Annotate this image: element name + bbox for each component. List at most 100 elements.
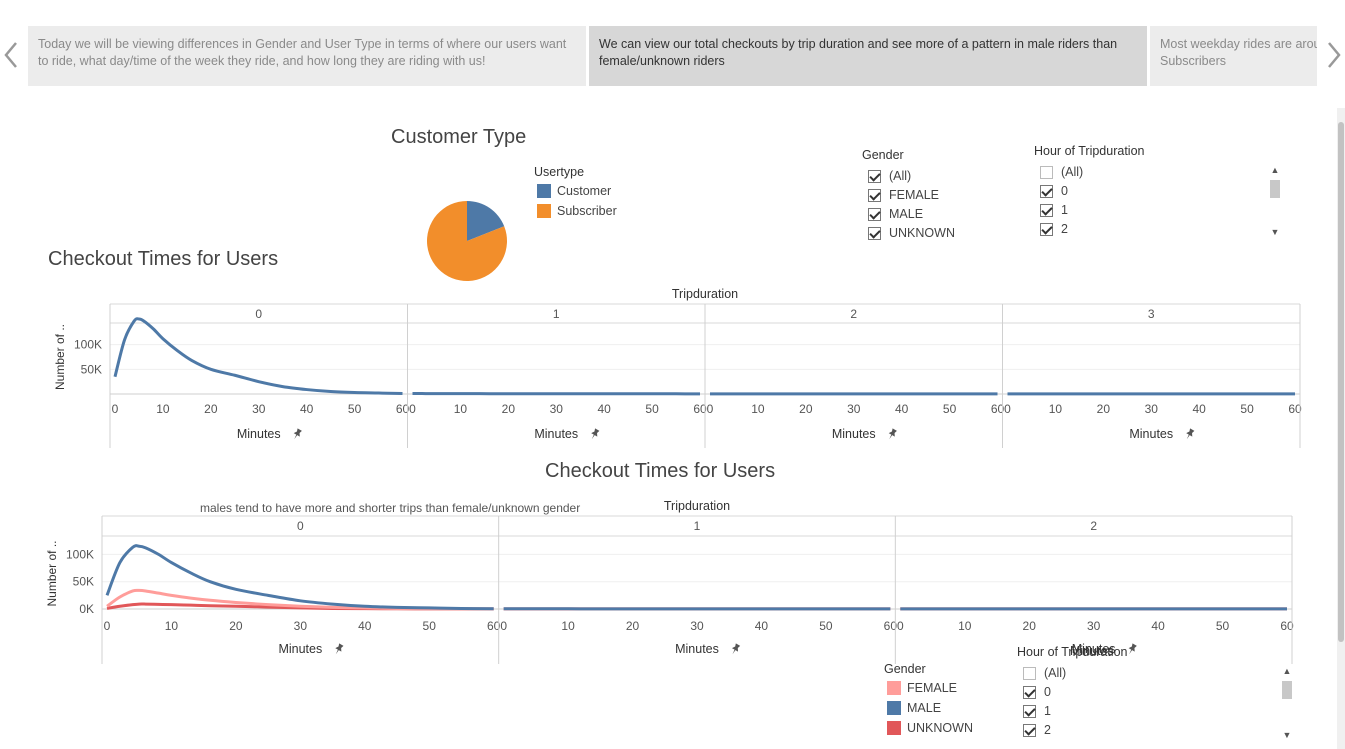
- filter-label: MALE: [889, 207, 924, 221]
- y-tick-label: 50K: [81, 362, 102, 376]
- customer-type-title: Customer Type: [391, 126, 527, 148]
- hour-filter-bottom-1[interactable]: 1: [1023, 704, 1051, 718]
- pin-shape: [731, 643, 741, 655]
- legend-label: UNKNOWN: [907, 721, 973, 735]
- scroll-thumb[interactable]: [1338, 122, 1344, 642]
- y-tick-label: 0K: [79, 602, 94, 616]
- x-tick-label: 50: [645, 402, 659, 416]
- y-tick-label: 100K: [74, 338, 102, 352]
- legend-swatch: [537, 204, 551, 218]
- hour-filter-title: Hour of Tripduration: [1034, 144, 1145, 158]
- pin-icon: [293, 428, 302, 440]
- scroll-thumb[interactable]: [1270, 180, 1280, 198]
- gender-filter-all[interactable]: (All): [868, 169, 911, 183]
- legend-label: FEMALE: [907, 681, 958, 695]
- filter-label: 2: [1044, 723, 1051, 737]
- gender-filter-unknown[interactable]: UNKNOWN: [868, 226, 955, 240]
- hour-filter-all[interactable]: (All): [1040, 165, 1083, 179]
- story-point-2[interactable]: We can view our total checkouts by trip …: [589, 26, 1147, 86]
- story-prev-button[interactable]: [2, 40, 20, 70]
- legend-label: MALE: [907, 701, 942, 715]
- hour-filter-0[interactable]: 0: [1040, 184, 1068, 198]
- legend-item-male[interactable]: MALE: [887, 701, 941, 715]
- x-tick-label: 50: [348, 402, 362, 416]
- gender-filter-title: Gender: [862, 148, 904, 162]
- story-point-text: We can view our total checkouts by trip …: [599, 37, 1118, 68]
- x-tick-label: 0: [409, 402, 416, 416]
- usertype-legend-title: Usertype: [534, 165, 585, 179]
- story-point-3[interactable]: Most weekday rides are around 5-6pm. Thi…: [1150, 26, 1317, 86]
- chart1-line-chart[interactable]: TripdurationNumber of .. 50K100K00 10 20 30 4…: [40, 280, 1310, 455]
- chart2-title: Checkout Times for Users: [545, 460, 776, 482]
- filter-label: (All): [889, 169, 912, 183]
- legend-swatch: [887, 681, 901, 695]
- legend-item-female[interactable]: FEMALE: [887, 681, 957, 695]
- x-axis-label: Minutes: [237, 427, 281, 441]
- x-tick-label: 50: [819, 619, 833, 633]
- x-tick-label: 10: [1049, 402, 1063, 416]
- hour-filter-2[interactable]: 2: [1040, 222, 1068, 236]
- hour-filter-scrollbar[interactable]: ▲ ▼: [1268, 164, 1282, 238]
- scroll-up-icon[interactable]: ▲: [1268, 164, 1282, 176]
- story-point-1[interactable]: Today we will be viewing differences in …: [28, 26, 586, 86]
- panel-header-label: 1: [553, 307, 560, 321]
- page-scrollbar[interactable]: [1337, 108, 1345, 749]
- filter-label: (All): [1061, 165, 1084, 179]
- chart1-title: Checkout Times for Users: [48, 248, 279, 270]
- chart2-line-chart[interactable]: TripdurationNumber of ..0K50K100K00 10 20 3…: [40, 494, 1305, 669]
- scroll-thumb[interactable]: [1282, 681, 1292, 699]
- scroll-up-icon[interactable]: ▲: [1280, 665, 1294, 677]
- x-tick-label: 20: [1023, 619, 1037, 633]
- x-tick-label: 0: [1004, 402, 1011, 416]
- y-axis-label: Number of ..: [45, 540, 59, 606]
- tripduration-header: Tripduration: [672, 287, 738, 301]
- x-tick-label: 0: [707, 402, 714, 416]
- pin-icon: [1128, 643, 1137, 655]
- x-tick-label: 20: [1097, 402, 1111, 416]
- x-tick-label: 40: [895, 402, 909, 416]
- x-tick-label: 50: [1240, 402, 1254, 416]
- x-tick-label: 10: [958, 619, 972, 633]
- x-tick-label: 40: [1192, 402, 1206, 416]
- x-tick-label: 0: [897, 619, 904, 633]
- legend-item-customer[interactable]: Customer: [537, 184, 611, 198]
- x-axis-label: Minutes: [1129, 427, 1173, 441]
- x-tick-label: 10: [561, 619, 575, 633]
- legend-swatch: [537, 184, 551, 198]
- story-next-button[interactable]: [1325, 40, 1343, 70]
- x-tick-label: 40: [1151, 619, 1165, 633]
- hour-filter-bottom-all[interactable]: (All): [1023, 666, 1066, 680]
- x-tick-label: 50: [1216, 619, 1230, 633]
- scroll-down-icon[interactable]: ▼: [1280, 729, 1294, 741]
- x-tick-label: 40: [300, 402, 314, 416]
- pin-icon: [335, 643, 344, 655]
- checkbox-checked-icon: [1023, 723, 1036, 737]
- pin-shape: [1186, 428, 1195, 440]
- checkbox-unchecked-icon: [1040, 165, 1053, 179]
- checkbox-unchecked-icon: [1023, 666, 1036, 680]
- x-tick-label: 30: [1145, 402, 1159, 416]
- legend-label: Subscriber: [557, 204, 617, 218]
- hour-filter-bottom-2[interactable]: 2: [1023, 723, 1051, 737]
- checkbox-checked-icon: [868, 226, 881, 240]
- y-tick-label: 100K: [66, 547, 94, 561]
- gender-filter-male[interactable]: MALE: [868, 207, 923, 221]
- x-tick-label: 20: [626, 619, 640, 633]
- legend-item-unknown[interactable]: UNKNOWN: [887, 721, 973, 735]
- panel-header-label: 0: [255, 307, 262, 321]
- gender-filter-female[interactable]: FEMALE: [868, 188, 939, 202]
- x-axis-label: Minutes: [675, 642, 719, 656]
- hour-filter-bottom-0[interactable]: 0: [1023, 685, 1051, 699]
- customer-type-pie[interactable]: [424, 198, 510, 284]
- legend-swatch: [887, 721, 901, 735]
- hour-filter-bottom-scrollbar[interactable]: ▲ ▼: [1280, 665, 1294, 741]
- pin-shape: [293, 428, 302, 440]
- hour-filter-bottom-title: Hour of Tripduration: [1017, 645, 1128, 659]
- panel-header-label: 3: [1148, 307, 1155, 321]
- legend-item-subscriber[interactable]: Subscriber: [537, 204, 617, 218]
- scroll-down-icon[interactable]: ▼: [1268, 226, 1282, 238]
- hour-filter-1[interactable]: 1: [1040, 203, 1068, 217]
- panel-header-label: 0: [297, 519, 304, 533]
- x-axis-label: Minutes: [534, 427, 578, 441]
- x-tick-label: 0: [104, 619, 111, 633]
